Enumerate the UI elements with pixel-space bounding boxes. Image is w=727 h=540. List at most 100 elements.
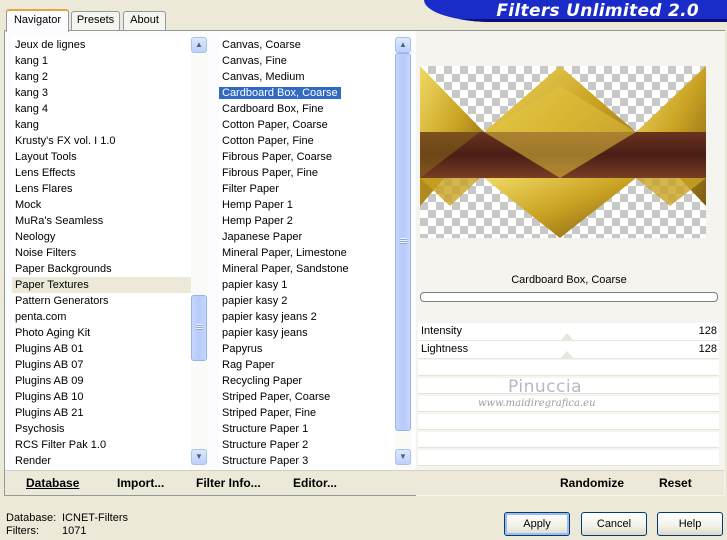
watermark-name: Pinuccia	[508, 377, 582, 397]
preview-texture	[420, 66, 706, 238]
category-item[interactable]: Mock	[12, 197, 192, 213]
empty-param-row	[418, 450, 719, 466]
category-list[interactable]: Jeux de lignes kang 1 kang 2 kang 3 kang 4 ka…	[12, 35, 208, 468]
category-item[interactable]: Noise Filters	[12, 245, 192, 261]
preview-image	[420, 66, 706, 238]
app-banner: Filters Unlimited 2.0	[424, 0, 727, 22]
param-intensity[interactable]: Intensity 128	[418, 323, 719, 341]
reset-button[interactable]: Reset	[659, 476, 692, 490]
scroll-down-arrow-icon[interactable]: ▼	[191, 449, 207, 465]
category-item[interactable]: Plugins AB 10	[12, 389, 192, 405]
filter-item[interactable]: Recycling Paper	[219, 373, 399, 389]
filter-item[interactable]: Fibrous Paper, Coarse	[219, 149, 399, 165]
database-value: ICNET-Filters	[62, 512, 128, 524]
category-item[interactable]: Plugins AB 01	[12, 341, 192, 357]
filter-item[interactable]: Striped Paper, Coarse	[219, 389, 399, 405]
preview-filter-name: Cardboard Box, Coarse	[511, 274, 627, 286]
category-item[interactable]: Neology	[12, 229, 192, 245]
filter-item[interactable]: Structure Paper 1	[219, 421, 399, 437]
category-item[interactable]: kang 3	[12, 85, 192, 101]
filter-item[interactable]: Rag Paper	[219, 357, 399, 373]
watermark-url: www.maidiregrafica.eu	[478, 398, 596, 409]
help-button[interactable]: Help	[657, 512, 723, 536]
filter-item[interactable]: Cotton Paper, Coarse	[219, 117, 399, 133]
category-item[interactable]: Krusty's FX vol. I 1.0	[12, 133, 192, 149]
filter-item[interactable]: Canvas, Medium	[219, 69, 399, 85]
filter-item[interactable]: Fibrous Paper, Fine	[219, 165, 399, 181]
drag-handle-icon[interactable]: ▪▪	[219, 326, 220, 342]
category-item[interactable]: RCS Filter Pak 1.0	[12, 437, 192, 453]
empty-param-row	[418, 414, 719, 430]
scroll-down-arrow-icon[interactable]: ▼	[395, 449, 411, 465]
tab-navigator[interactable]: Navigator	[6, 9, 69, 32]
database-label: Database:	[6, 512, 57, 524]
empty-param-row	[418, 432, 719, 448]
slider-marker-icon[interactable]	[560, 341, 574, 359]
filter-item[interactable]: Japanese Paper	[219, 229, 399, 245]
filter-item[interactable]: Cardboard Box, Fine	[219, 101, 399, 117]
filter-item[interactable]: papier kasy 1	[219, 277, 399, 293]
scroll-up-arrow-icon[interactable]: ▲	[191, 37, 207, 53]
editor-button[interactable]: Editor...	[293, 476, 337, 490]
filter-item[interactable]: Papyrus	[219, 341, 399, 357]
category-item[interactable]: Plugins AB 09	[12, 373, 192, 389]
filter-item[interactable]: Mineral Paper, Sandstone	[219, 261, 399, 277]
param-value: 128	[698, 343, 717, 355]
scroll-up-arrow-icon[interactable]: ▲	[395, 37, 411, 53]
app-title: Filters Unlimited 2.0	[496, 1, 699, 21]
category-item[interactable]: kang 4	[12, 101, 192, 117]
filter-item[interactable]: Hemp Paper 1	[219, 197, 399, 213]
database-button[interactable]: Database	[26, 476, 79, 490]
bottom-toolbar: Database Import... Filter Info... Editor…	[5, 470, 724, 495]
tab-about[interactable]: About	[123, 11, 166, 30]
filter-item[interactable]: Filter Paper	[219, 181, 399, 197]
category-item[interactable]: MuRa's Seamless	[12, 213, 192, 229]
category-item[interactable]: Render	[12, 453, 192, 468]
filter-item[interactable]: papier kasy jeans 2	[219, 309, 399, 325]
category-item[interactable]: Paper Backgrounds	[12, 261, 192, 277]
category-item[interactable]: kang 1	[12, 53, 192, 69]
category-item[interactable]: Paper Textures	[12, 277, 192, 293]
filters-label: Filters:	[6, 525, 39, 537]
param-label: Intensity	[421, 325, 462, 337]
category-item[interactable]: kang 2	[12, 69, 192, 85]
filter-item[interactable]: Structure Paper 2	[219, 437, 399, 453]
category-item[interactable]: Psychosis	[12, 421, 192, 437]
apply-button[interactable]: Apply	[504, 512, 570, 536]
category-scrollbar[interactable]: ▲ ▼	[191, 35, 208, 468]
filter-info-button[interactable]: Filter Info...	[196, 476, 261, 490]
category-item[interactable]: Plugins AB 07	[12, 357, 192, 373]
cancel-button[interactable]: Cancel	[581, 512, 647, 536]
category-item[interactable]: Plugins AB 21	[12, 405, 192, 421]
filter-scroll-thumb[interactable]	[395, 53, 411, 431]
filter-item[interactable]: papier kasy 2	[219, 293, 399, 309]
category-item[interactable]: Layout Tools	[12, 149, 192, 165]
filter-item[interactable]: Cardboard Box, Coarse	[219, 85, 399, 101]
category-item[interactable]: Photo Aging Kit	[12, 325, 192, 341]
category-scroll-thumb[interactable]	[191, 295, 207, 361]
import-button[interactable]: Import...	[117, 476, 164, 490]
filter-item[interactable]: Canvas, Coarse	[219, 37, 399, 53]
category-item[interactable]: kang	[12, 117, 192, 133]
randomize-button[interactable]: Randomize	[560, 476, 624, 490]
category-item[interactable]: Jeux de lignes	[12, 37, 192, 53]
filter-item[interactable]: Structure Paper 3	[219, 453, 399, 468]
filter-item[interactable]: Mineral Paper, Limestone	[219, 245, 399, 261]
category-item[interactable]: Pattern Generators	[12, 293, 192, 309]
category-item[interactable]: Lens Effects	[12, 165, 192, 181]
filter-list[interactable]: Canvas, Coarse Canvas, Fine Canvas, Medium…	[219, 35, 415, 468]
tab-presets[interactable]: Presets	[71, 11, 120, 30]
filters-value: 1071	[62, 525, 87, 537]
slider-marker-icon[interactable]	[560, 323, 574, 341]
filter-item[interactable]: ▪▪papier kasy jeans	[219, 325, 399, 341]
filter-item[interactable]: Hemp Paper 2	[219, 213, 399, 229]
filter-item[interactable]: Striped Paper, Fine	[219, 405, 399, 421]
progress-bar	[420, 292, 718, 302]
param-lightness[interactable]: Lightness 128	[418, 341, 719, 359]
category-item[interactable]: penta.com	[12, 309, 192, 325]
filter-item[interactable]: Cotton Paper, Fine	[219, 133, 399, 149]
category-item[interactable]: Lens Flares	[12, 181, 192, 197]
param-label: Lightness	[421, 343, 469, 355]
filter-item[interactable]: Canvas, Fine	[219, 53, 399, 69]
filter-scrollbar[interactable]: ▲ ▼	[395, 35, 412, 468]
